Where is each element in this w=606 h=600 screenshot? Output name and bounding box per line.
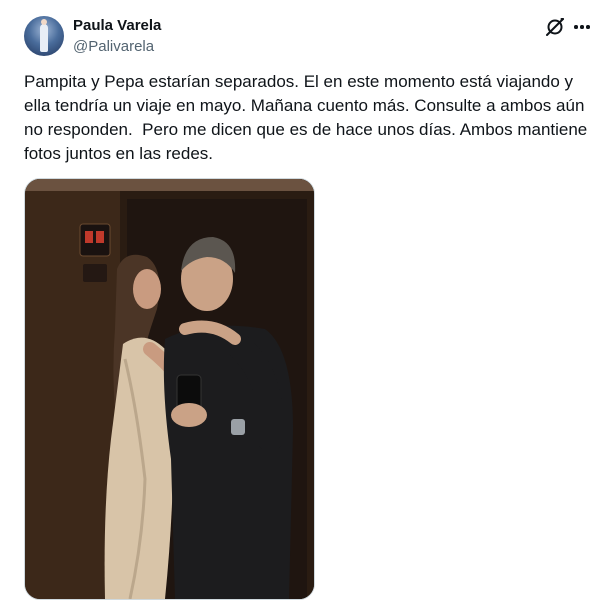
author-handle[interactable]: @Palivarela: [73, 37, 154, 57]
tweet-text: Pampita y Pepa estarían separados. El en…: [24, 72, 592, 163]
author-name[interactable]: Paula Varela: [73, 16, 161, 36]
grok-icon[interactable]: [544, 16, 566, 38]
avatar-figure: [40, 19, 48, 52]
tweet: Paula Varela @Palivarela Pampita y Pepa …: [0, 0, 606, 600]
avatar[interactable]: [24, 16, 64, 56]
tweet-photo[interactable]: [24, 178, 315, 600]
more-icon[interactable]: [571, 16, 593, 38]
